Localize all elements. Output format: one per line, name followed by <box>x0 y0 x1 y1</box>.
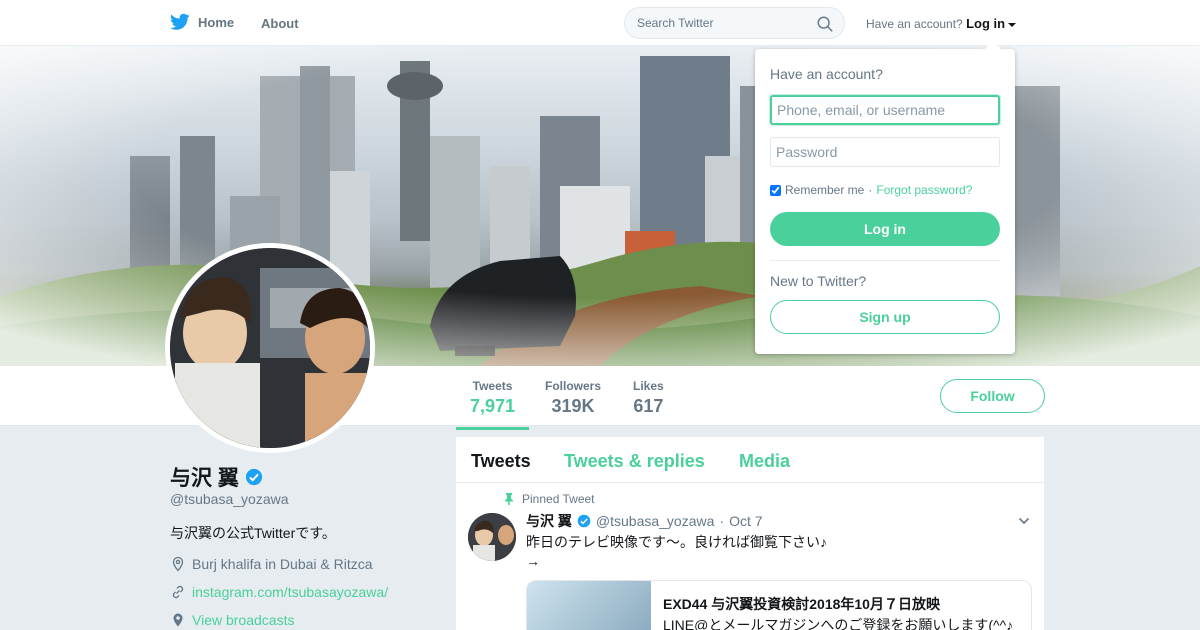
new-to-twitter-label: New to Twitter? <box>770 273 867 289</box>
signup-button[interactable]: Sign up <box>770 300 1000 334</box>
link-preview-card[interactable]: EXD44 与沢翼投資検討2018年10月７日放映 LINE@とメールマガジンへ… <box>526 580 1032 630</box>
tweet-author-name[interactable]: 与沢 翼 <box>526 511 572 531</box>
tweet-date[interactable]: Oct 7 <box>729 513 762 529</box>
periscope-icon <box>173 613 183 627</box>
stat-tweets[interactable]: Tweets 7,971 <box>455 379 530 430</box>
profile-website: instagram.com/tsubasayozawa/ <box>170 584 388 600</box>
profile-avatar[interactable] <box>165 243 375 453</box>
top-nav: Home About Have an account? Log in <box>0 0 1200 46</box>
tweet-text: 昨日のテレビ映像です～。良ければ御覧下さい♪ → <box>526 533 827 571</box>
remember-me-checkbox[interactable] <box>770 184 781 196</box>
stat-followers-label: Followers <box>545 379 602 393</box>
pinned-label: Pinned Tweet <box>522 492 595 506</box>
tab-tweets[interactable]: Tweets <box>471 451 531 472</box>
login-button[interactable]: Log in <box>770 212 1000 246</box>
twitter-bird-icon <box>170 13 190 30</box>
search-box <box>624 7 845 39</box>
profile-name-text: 与沢 翼 <box>170 467 239 490</box>
password-field[interactable] <box>770 137 1000 167</box>
follow-button[interactable]: Follow <box>940 379 1045 413</box>
profile-website-link[interactable]: instagram.com/tsubasayozawa/ <box>192 584 388 600</box>
dropdown-divider <box>770 260 1000 261</box>
forgot-password-link[interactable]: Forgot password? <box>876 183 972 197</box>
remember-me-row: Remember me · Forgot password? <box>770 183 972 197</box>
remember-separator: · <box>868 183 873 197</box>
view-broadcasts-link[interactable]: View broadcasts <box>192 612 294 628</box>
login-menu-toggle[interactable]: Log in <box>966 16 1005 31</box>
account-prompt[interactable]: Have an account? Log in <box>866 16 1017 31</box>
tab-media[interactable]: Media <box>739 451 790 472</box>
stat-likes[interactable]: Likes 617 <box>633 379 664 417</box>
nav-about-link[interactable]: About <box>261 16 299 31</box>
profile-location: Burj khalifa in Dubai & Ritzca <box>170 556 373 572</box>
tweet-author-handle[interactable]: @tsubasa_yozawa <box>596 513 715 529</box>
stat-followers-value: 319K <box>551 396 595 416</box>
caret-down-icon <box>1008 22 1017 27</box>
profile-location-text: Burj khalifa in Dubai & Ritzca <box>192 556 373 572</box>
pin-icon <box>505 493 513 505</box>
stat-followers[interactable]: Followers 319K <box>545 379 601 417</box>
profile-broadcasts: View broadcasts <box>170 612 294 628</box>
tweet-avatar-image <box>468 513 516 561</box>
card-title: EXD44 与沢翼投資検討2018年10月７日放映 <box>663 596 940 612</box>
search-input[interactable] <box>637 16 807 30</box>
card-thumbnail <box>527 581 651 630</box>
pinned-indicator: Pinned Tweet <box>504 492 595 506</box>
nav-home-label: Home <box>198 14 235 30</box>
tab-tweets-replies[interactable]: Tweets & replies <box>564 451 705 472</box>
profile-name: 与沢 翼 <box>170 462 263 492</box>
timeline-tabs: Tweets Tweets & replies Media <box>456 437 1044 483</box>
avatar-image <box>170 248 370 448</box>
verified-badge-icon <box>245 468 262 486</box>
profile-handle[interactable]: @tsubasa_yozawa <box>170 491 289 507</box>
chevron-down-icon[interactable] <box>1018 515 1030 527</box>
remember-me-label[interactable]: Remember me <box>785 183 864 197</box>
stat-likes-value: 617 <box>633 396 664 416</box>
account-prompt-text: Have an account? <box>866 17 963 31</box>
tweet-dot-separator: · <box>719 513 725 529</box>
timeline: Tweets Tweets & replies Media Pinned Twe… <box>456 437 1044 630</box>
stat-tweets-value: 7,971 <box>470 396 516 416</box>
stat-tweets-label: Tweets <box>472 379 513 393</box>
nav-home-link[interactable]: Home <box>170 13 234 31</box>
tweet-text-line2[interactable]: → <box>526 552 827 571</box>
card-description: LINE@とメールマガジンへのご登録をお願いします(^^♪ <box>663 617 1014 630</box>
stat-likes-label: Likes <box>633 379 664 393</box>
username-field[interactable] <box>770 95 1000 125</box>
tweet-header: 与沢 翼 @tsubasa_yozawa · Oct 7 <box>526 511 763 531</box>
tweet-text-line1: 昨日のテレビ映像です～。良ければ御覧下さい♪ <box>526 534 827 550</box>
search-icon[interactable] <box>816 15 834 33</box>
login-dropdown: Have an account? Remember me · Forgot pa… <box>755 41 1015 354</box>
verified-badge-icon <box>577 514 591 528</box>
link-icon <box>172 585 184 599</box>
location-pin-icon <box>172 556 184 572</box>
tweet-avatar[interactable] <box>468 513 516 561</box>
login-dropdown-title: Have an account? <box>770 66 883 82</box>
profile-bio: 与沢翼の公式Twitterです。 <box>170 525 336 541</box>
